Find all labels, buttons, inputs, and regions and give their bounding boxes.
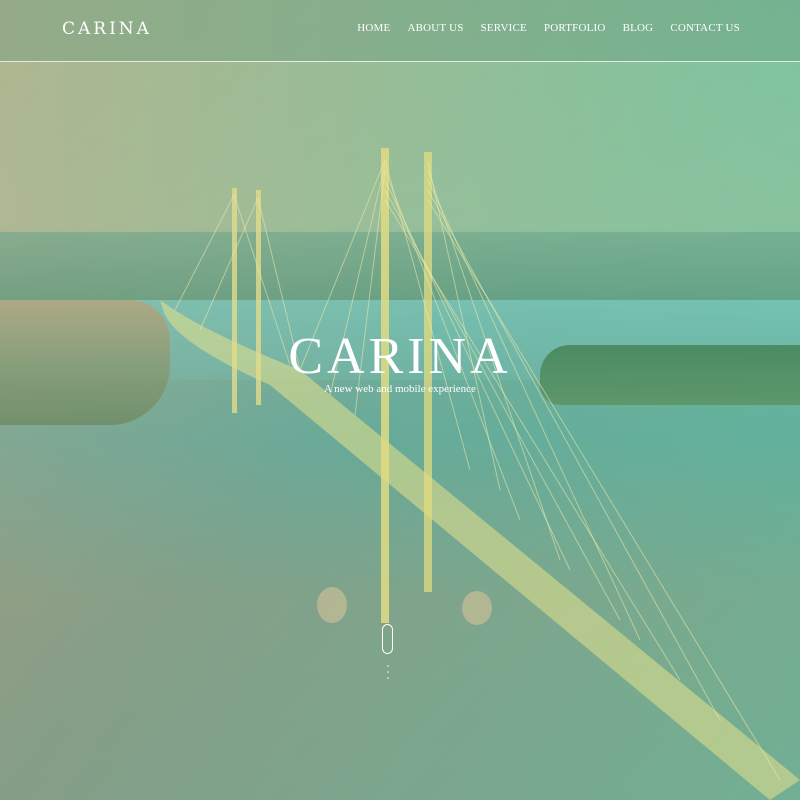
hero-section: CARINA HOME ABOUT US SERVICE PORTFOLIO B…: [0, 0, 800, 800]
scroll-down-chevrons-icon[interactable]: ˅ ˅ ˅: [382, 666, 394, 685]
main-menu: HOME ABOUT US SERVICE PORTFOLIO BLOG CON…: [357, 22, 740, 34]
nav-service[interactable]: SERVICE: [481, 22, 527, 34]
nav-about-us[interactable]: ABOUT US: [407, 22, 463, 34]
mouse-scroll-icon[interactable]: [382, 624, 393, 654]
hero-subtitle: A new web and mobile experience: [324, 383, 476, 395]
hero-title: CARINA: [288, 327, 512, 385]
top-navbar: CARINA HOME ABOUT US SERVICE PORTFOLIO B…: [0, 0, 800, 62]
nav-home[interactable]: HOME: [357, 22, 390, 34]
nav-portfolio[interactable]: PORTFOLIO: [544, 22, 606, 34]
brand-logo[interactable]: CARINA: [62, 19, 152, 39]
nav-blog[interactable]: BLOG: [623, 22, 654, 34]
bridge-illustration: [160, 148, 800, 800]
nav-contact-us[interactable]: CONTACT US: [670, 22, 740, 34]
